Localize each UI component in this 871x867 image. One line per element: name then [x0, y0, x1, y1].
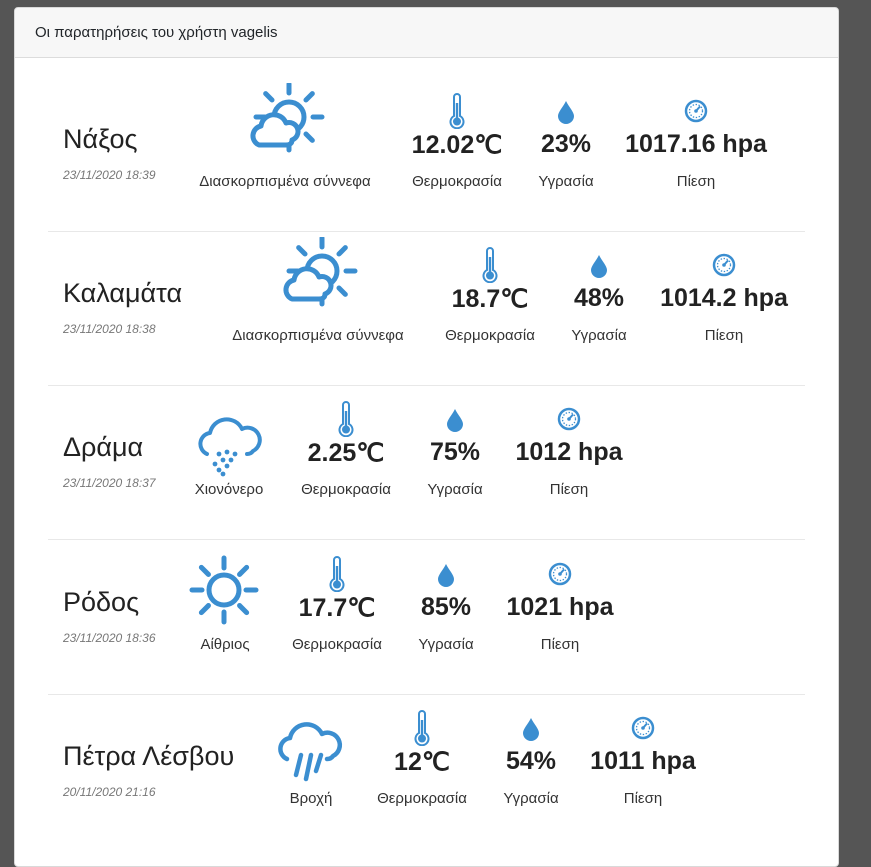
droplet-icon: [590, 254, 608, 283]
observation-row: Νάξος 23/11/2020 18:39 Διασκορπισμένα σύ…: [0, 77, 871, 232]
sun-icon: [189, 555, 259, 630]
city-name: Πέτρα Λέσβου: [63, 741, 235, 771]
pressure-label: Πίεση: [540, 636, 580, 653]
droplet-icon: [446, 408, 464, 437]
observation-row: Ρόδος 23/11/2020 18:36 Αίθριος 17.7℃ Θερ…: [0, 540, 871, 695]
thermometer-icon: [338, 401, 354, 442]
city-name: Νάξος: [63, 124, 138, 154]
droplet-icon: [437, 563, 455, 592]
gauge-icon: [631, 716, 655, 745]
condition-label: Διασκορπισμένα σύννεφα: [232, 327, 404, 344]
droplet-icon: [522, 717, 540, 746]
observation-date: 23/11/2020 18:38: [63, 322, 156, 336]
city-name: Δράμα: [63, 432, 144, 462]
gauge-icon: [712, 253, 736, 282]
thermometer-icon: [329, 556, 345, 597]
pressure-label: Πίεση: [623, 790, 663, 807]
observation-row: Δράμα 23/11/2020 18:37 Χιονόνερο 2.25℃ Θ…: [0, 385, 871, 540]
observation-row: Καλαμάτα 23/11/2020 18:38 Διασκορπισμένα…: [0, 231, 871, 386]
city-name: Καλαμάτα: [63, 278, 183, 308]
card-title: Οι παρατηρήσεις του χρήστη vagelis: [35, 24, 278, 41]
observation-row: Πέτρα Λέσβου 20/11/2020 21:16 Βροχή 12℃ …: [0, 694, 871, 848]
pressure-value: 1017.16 hpa: [625, 130, 767, 158]
pressure-label: Πίεση: [676, 173, 716, 190]
gauge-icon: [557, 407, 581, 436]
sleet-icon: [193, 410, 265, 485]
observation-date: 23/11/2020 18:39: [63, 168, 156, 182]
rain-icon: [275, 719, 345, 788]
pressure-value: 1011 hpa: [590, 747, 696, 775]
thermometer-icon: [449, 93, 465, 134]
pressure-value: 1012 hpa: [515, 438, 623, 466]
condition-label: Διασκορπισμένα σύννεφα: [199, 173, 371, 190]
card-header: Οι παρατηρήσεις του χρήστη vagelis: [15, 8, 838, 58]
pressure-label: Πίεση: [549, 481, 589, 498]
droplet-icon: [557, 100, 575, 129]
thermometer-icon: [482, 247, 498, 288]
gauge-icon: [684, 99, 708, 128]
partly-cloudy-icon: [278, 235, 358, 314]
observation-date: 20/11/2020 21:16: [63, 785, 156, 799]
city-name: Ρόδος: [63, 587, 140, 617]
thermometer-icon: [414, 710, 430, 751]
pressure-value: 1014.2 hpa: [660, 284, 788, 312]
pressure-label: Πίεση: [704, 327, 744, 344]
partly-cloudy-icon: [245, 81, 325, 160]
gauge-icon: [548, 562, 572, 591]
pressure-value: 1021 hpa: [506, 593, 614, 621]
